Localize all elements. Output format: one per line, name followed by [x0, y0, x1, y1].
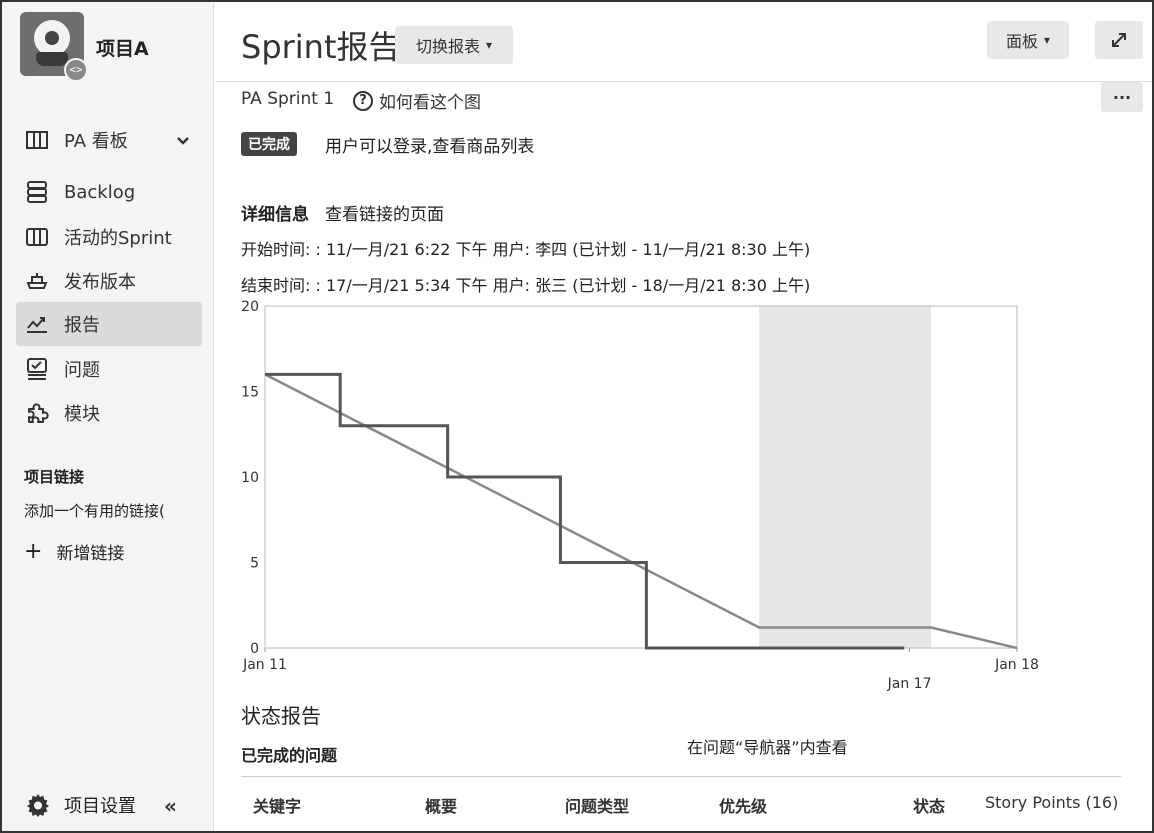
switch-report-label: 切换报表	[415, 37, 480, 56]
column-status[interactable]: 状态	[913, 793, 945, 817]
y-tick-label: 15	[241, 385, 259, 401]
project-links-description: 添加一个有用的链接(	[24, 502, 165, 520]
y-tick-label: 5	[250, 556, 259, 572]
sidebar-item-label: 发布版本	[64, 272, 136, 293]
status-report-title: 状态报告	[241, 704, 321, 728]
y-tick-label: 0	[250, 641, 259, 657]
burndown-chart: 0 5 10 15 20 Jan 11 Jan 17 Jan 18	[241, 299, 1039, 692]
sidebar-item-releases[interactable]: 发布版本	[16, 259, 202, 303]
sidebar-item-label: PA 看板	[64, 131, 128, 152]
y-tick-label: 10	[241, 470, 259, 486]
sidebar-item-board[interactable]: PA 看板	[16, 118, 202, 162]
non-working-region	[759, 306, 932, 648]
completed-issues-title: 已完成的问题	[241, 746, 338, 765]
help-label: 如何看这个图	[379, 93, 481, 113]
sidebar: <> 项目A PA 看板 Backlog 活动的Sprint 发布版本 报告 问…	[2, 2, 214, 831]
expand-button[interactable]	[1095, 21, 1143, 59]
details-title: 详细信息	[241, 205, 309, 225]
more-options-button[interactable]: ···	[1101, 82, 1143, 112]
sidebar-item-issues[interactable]: 问题	[16, 347, 202, 391]
status-badge: 已完成	[241, 132, 297, 156]
sidebar-item-label: 报告	[64, 315, 100, 336]
project-settings-button[interactable]: 项目设置	[26, 792, 136, 818]
project-name: 项目A	[96, 38, 149, 60]
sidebar-item-label: 活动的Sprint	[64, 228, 172, 249]
column-priority[interactable]: 优先级	[719, 793, 767, 817]
sidebar-item-active-sprint[interactable]: 活动的Sprint	[16, 215, 202, 259]
app-window: <> 项目A PA 看板 Backlog 活动的Sprint 发布版本 报告 问…	[0, 0, 1154, 833]
page-title: Sprint报告	[241, 28, 401, 66]
chevron-down-icon: ▾	[1043, 33, 1051, 47]
gear-icon	[27, 794, 49, 817]
help-link[interactable]: ? 如何看这个图	[353, 88, 481, 113]
column-issue-type[interactable]: 问题类型	[565, 793, 629, 817]
sidebar-item-label: 问题	[64, 360, 100, 381]
plus-icon: +	[24, 538, 43, 564]
board-button-label: 面板	[1005, 32, 1038, 51]
sidebar-item-backlog[interactable]: Backlog	[16, 170, 202, 214]
column-summary[interactable]: 概要	[425, 793, 457, 817]
collapse-sidebar-icon[interactable]: «	[164, 794, 177, 818]
switch-report-button[interactable]: 切换报表 ▾	[395, 26, 513, 64]
sprint-name: PA Sprint 1	[241, 89, 335, 109]
start-time-line: 开始时间: : 11/一月/21 6:22 下午 用户: 李四 (已计划 - 1…	[241, 240, 811, 259]
x-tick-label: Jan 18	[994, 657, 1039, 673]
y-tick-label: 20	[241, 299, 259, 315]
components-icon	[24, 401, 50, 425]
sidebar-item-label: 模块	[64, 404, 100, 425]
project-links-title: 项目链接	[24, 468, 85, 486]
sidebar-item-components[interactable]: 模块	[16, 391, 202, 435]
sprint-icon	[24, 228, 50, 246]
code-badge-icon: <>	[64, 58, 88, 82]
add-link-label: 新增链接	[56, 544, 125, 564]
chevron-down-icon[interactable]	[176, 130, 190, 151]
sidebar-item-reports[interactable]: 报告	[16, 302, 202, 346]
board-icon	[24, 131, 50, 149]
issues-icon	[24, 358, 50, 380]
column-story-points[interactable]: Story Points (16)	[985, 793, 1118, 812]
chevron-down-icon: ▾	[485, 38, 493, 52]
page-header: Sprint报告 切换报表 ▾ 面板 ▾	[215, 2, 1152, 82]
x-tick-label: Jan 17	[887, 676, 932, 692]
issue-navigator-link[interactable]: 在问题“导航器”内查看	[687, 734, 848, 758]
expand-icon	[1112, 33, 1126, 47]
main-content: Sprint报告 切换报表 ▾ 面板 ▾ ··· PA Sprint 1 ? 如…	[215, 2, 1152, 831]
reports-icon	[24, 315, 50, 333]
release-icon	[24, 272, 50, 290]
project-settings-label: 项目设置	[64, 796, 136, 817]
x-tick-label: Jan 11	[242, 657, 287, 673]
add-link-button[interactable]: + 新增链接	[24, 539, 124, 564]
board-button[interactable]: 面板 ▾	[987, 21, 1069, 59]
project-header[interactable]: <> 项目A	[20, 12, 210, 82]
sidebar-item-label: Backlog	[64, 181, 136, 203]
help-icon: ?	[353, 90, 373, 111]
issues-table-header: 关键字 概要 问题类型 优先级 状态 Story Points (16)	[241, 776, 1121, 831]
backlog-icon	[24, 181, 50, 203]
linked-page-link[interactable]: 查看链接的页面	[325, 200, 444, 225]
sprint-goal: 用户可以登录,查看商品列表	[325, 137, 535, 157]
column-key[interactable]: 关键字	[253, 793, 301, 817]
